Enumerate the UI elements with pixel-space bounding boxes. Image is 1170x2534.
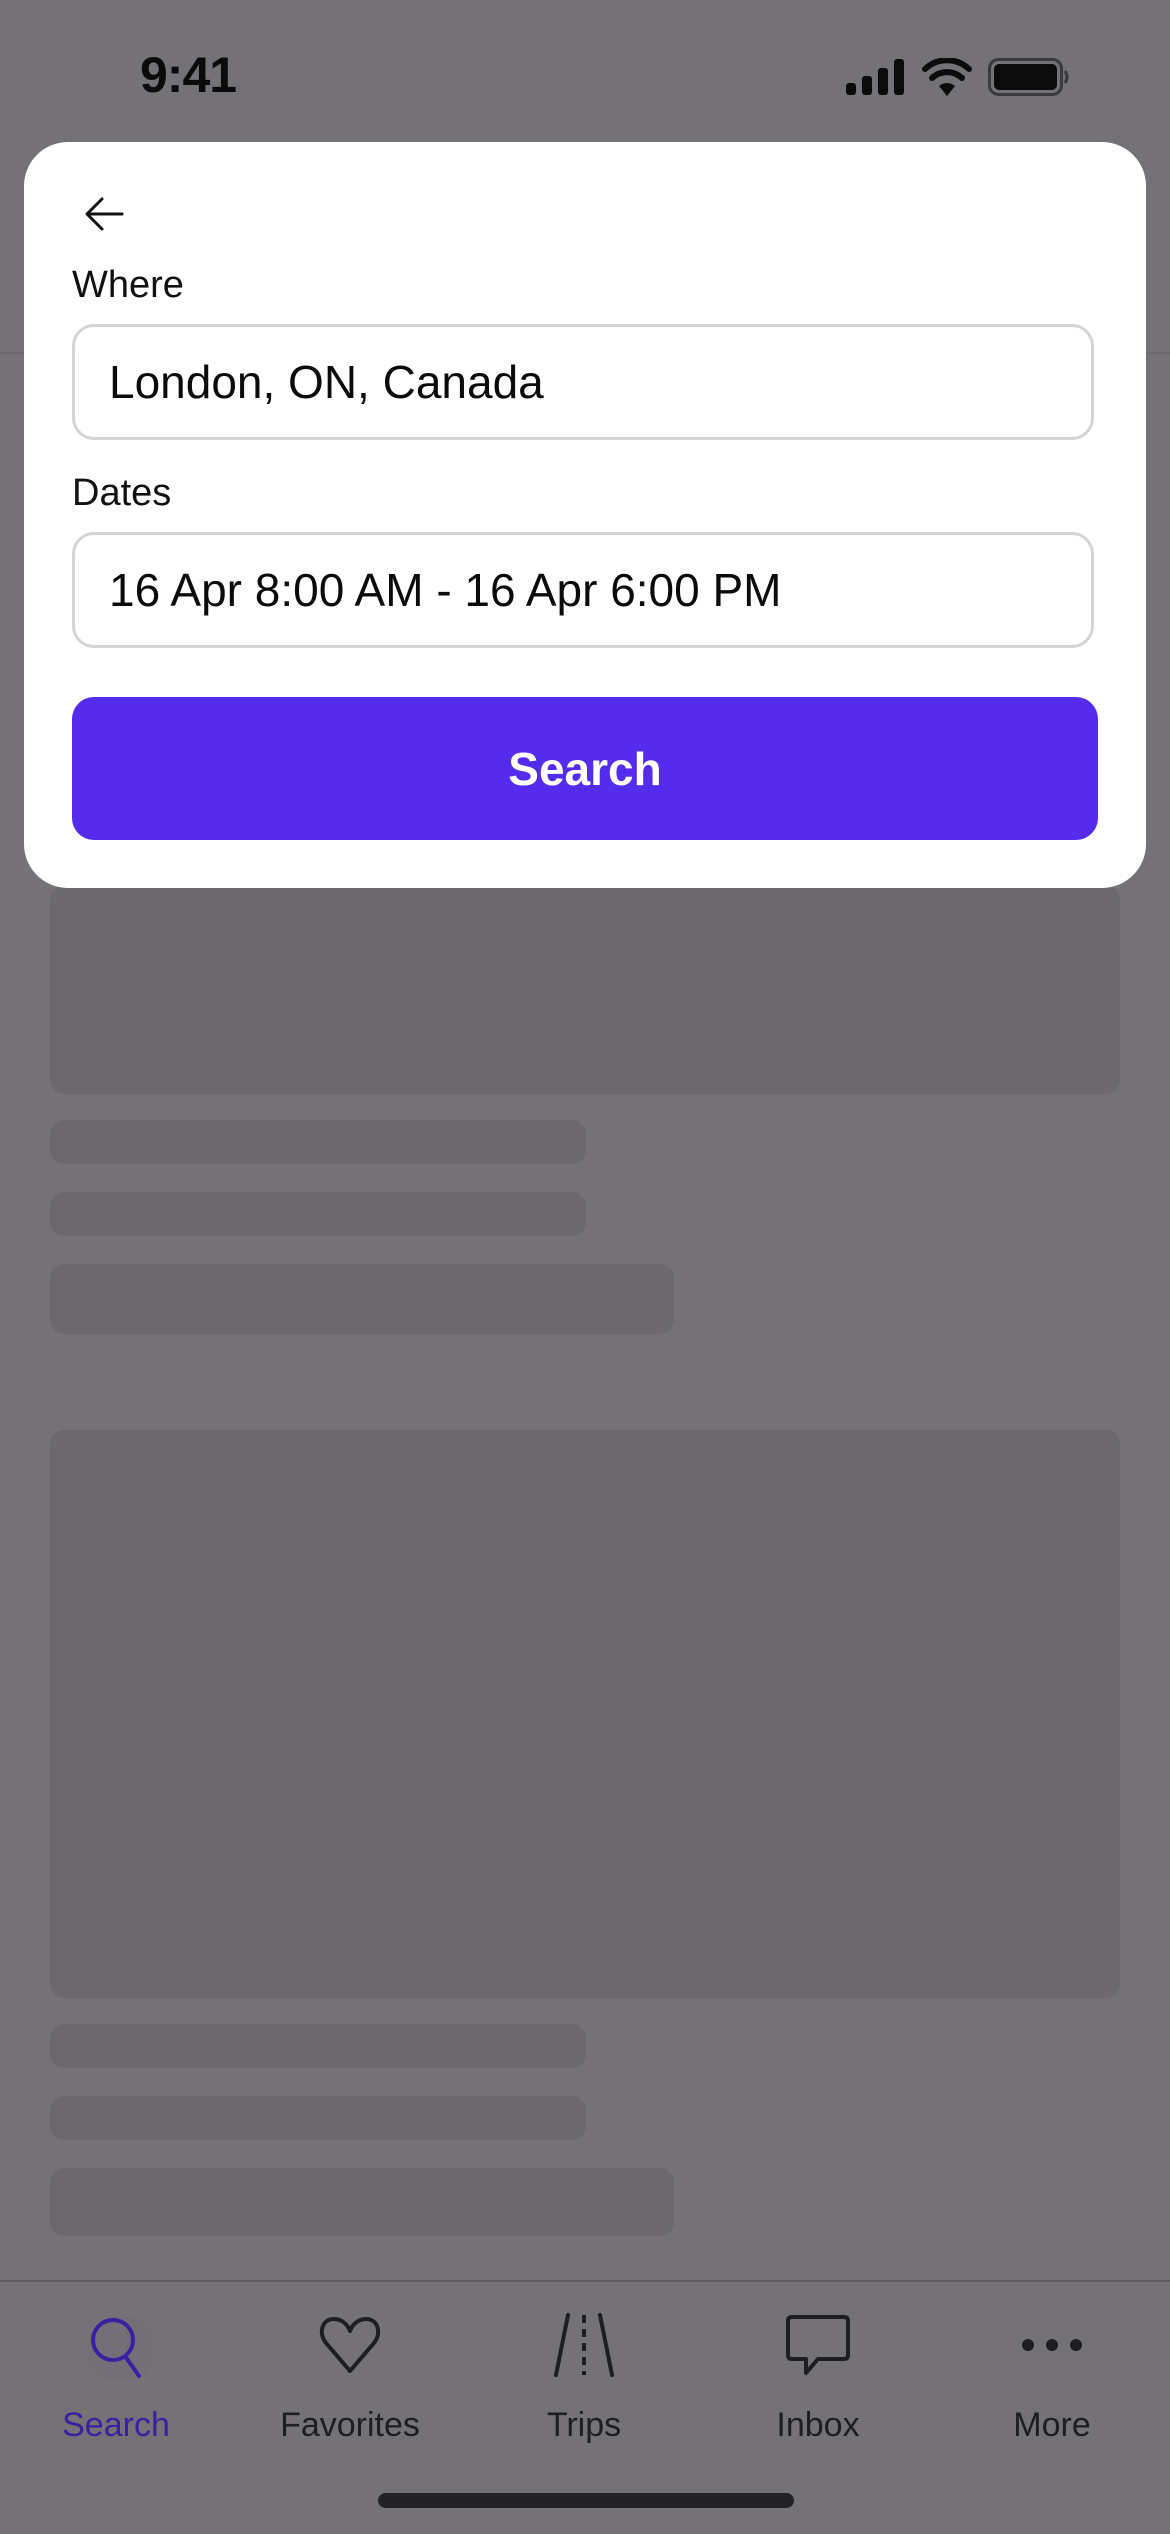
skeleton-line [50,1192,586,1236]
tab-more[interactable]: More [952,2300,1152,2445]
tab-label: Trips [546,2406,622,2444]
skeleton-line [50,1120,586,1164]
tab-inbox[interactable]: Inbox [718,2300,918,2445]
tab-label: More [1013,2406,1091,2444]
search-button[interactable]: Search [72,697,1098,840]
status-bar: 9:41 [0,0,1170,140]
dates-value: 16 Apr 8:00 AM - 16 Apr 6:00 PM [109,564,782,616]
dates-field[interactable]: 16 Apr 8:00 AM - 16 Apr 6:00 PM [72,532,1094,648]
tab-label: Search [62,2406,170,2444]
more-dots-icon [1007,2300,1097,2390]
search-modal: Where London, ON, Canada Dates 16 Apr 8:… [24,142,1146,888]
status-icons [846,58,1070,96]
home-indicator[interactable] [378,2493,794,2508]
skeleton-line [50,2096,586,2140]
back-button[interactable] [76,186,132,242]
skeleton-line [50,1264,674,1334]
dates-label: Dates [72,472,172,514]
search-icon [71,2300,161,2390]
tab-search[interactable]: Search [16,2300,216,2445]
arrow-left-icon [85,197,124,231]
road-icon [539,2300,629,2390]
chat-bubble-icon [773,2300,863,2390]
skeleton-line [50,2168,674,2236]
status-time: 9:41 [140,47,237,103]
cellular-signal-icon [846,59,904,95]
where-value: London, ON, Canada [109,356,544,408]
where-field[interactable]: London, ON, Canada [72,324,1094,440]
tab-favorites[interactable]: Favorites [250,2300,450,2445]
skeleton-line [50,2024,586,2068]
battery-icon [988,58,1069,96]
where-label: Where [72,264,184,306]
heart-icon [305,2300,395,2390]
wifi-icon [922,58,972,96]
tab-label: Favorites [280,2406,420,2444]
tab-trips[interactable]: Trips [484,2300,684,2445]
skeleton-image [50,1430,1120,1998]
tab-label: Inbox [776,2406,860,2444]
skeleton-image [50,886,1120,1094]
